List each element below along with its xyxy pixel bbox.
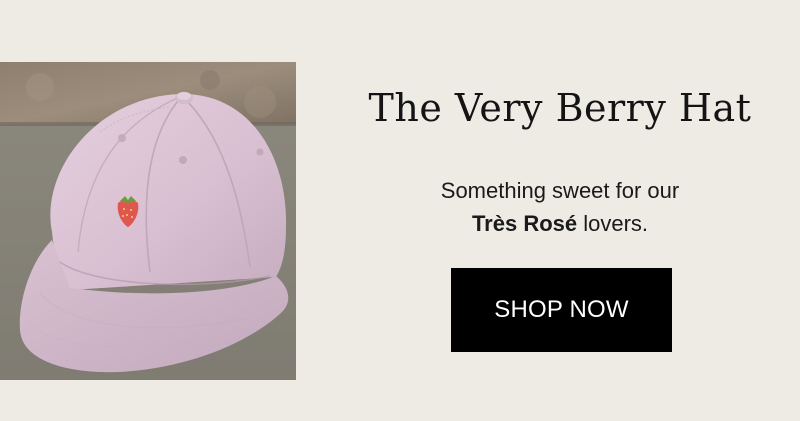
promo-banner: The Very Berry Hat Something sweet for o…: [0, 0, 800, 421]
product-photo[interactable]: [0, 62, 296, 380]
shop-now-button[interactable]: SHOP NOW: [451, 268, 672, 352]
subhead-line-1: Something sweet for our: [440, 178, 680, 203]
headline: The Very Berry Hat: [368, 86, 752, 130]
brand-name: Très Rosé: [471, 211, 578, 236]
subhead-line-2: lovers.: [577, 211, 649, 236]
subheadline: Something sweet for our Très Rosé lovers…: [360, 174, 760, 240]
